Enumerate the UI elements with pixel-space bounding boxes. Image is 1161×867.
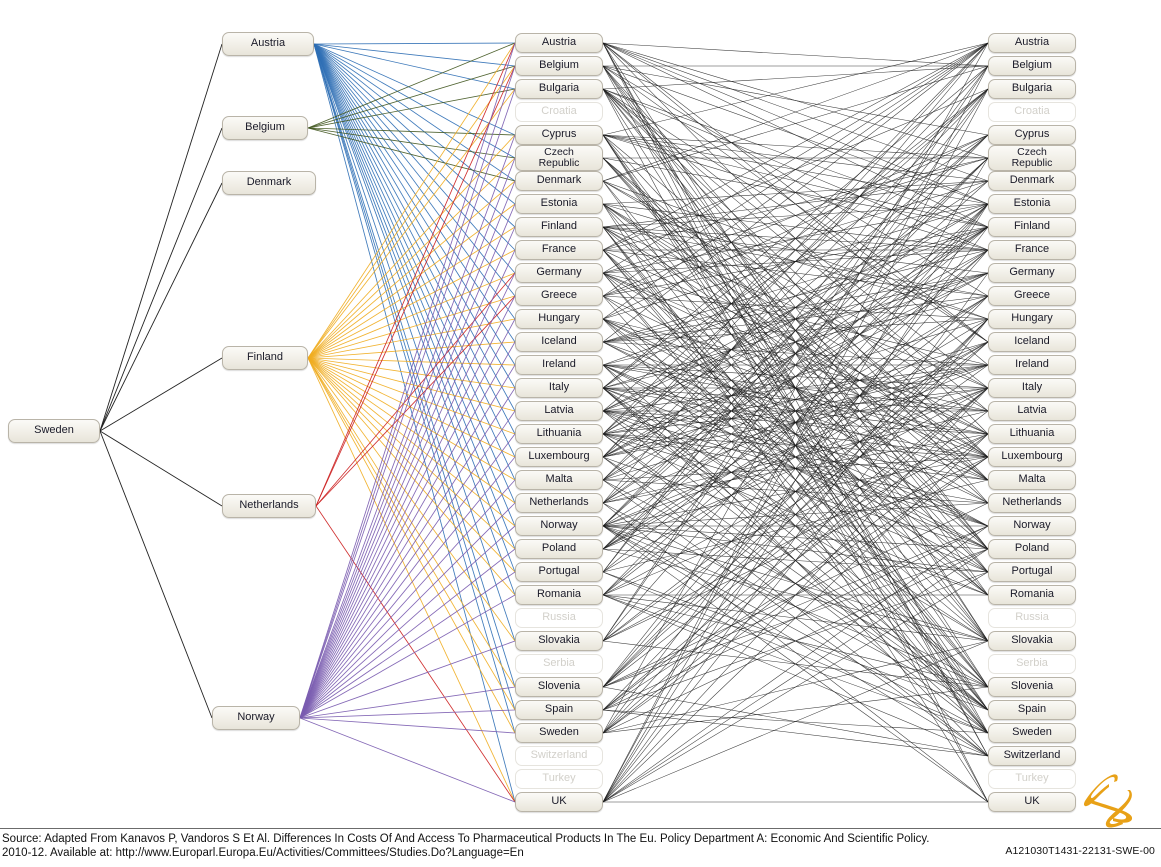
right-node-portugal[interactable]: Portugal	[988, 562, 1076, 582]
edges-sweden-to-origin	[99, 43, 223, 719]
middle-node-ireland[interactable]: Ireland	[515, 355, 603, 375]
right-node-turkey: Turkey	[988, 769, 1076, 789]
origin-node-norway[interactable]: Norway	[212, 706, 300, 730]
right-node-italy[interactable]: Italy	[988, 378, 1076, 398]
astrazeneca-logo	[1083, 774, 1133, 828]
middle-node-slovenia[interactable]: Slovenia	[515, 677, 603, 697]
origin-node-denmark[interactable]: Denmark	[222, 171, 316, 195]
right-node-denmark[interactable]: Denmark	[988, 171, 1076, 191]
middle-node-italy[interactable]: Italy	[515, 378, 603, 398]
middle-node-iceland[interactable]: Iceland	[515, 332, 603, 352]
middle-node-serbia: Serbia	[515, 654, 603, 674]
footer-bar: Source: Adapted From Kanavos P, Vandoros…	[0, 828, 1161, 867]
right-node-austria[interactable]: Austria	[988, 33, 1076, 53]
right-node-iceland[interactable]: Iceland	[988, 332, 1076, 352]
origin-node-finland[interactable]: Finland	[222, 346, 308, 370]
right-node-luxembourg[interactable]: Luxembourg	[988, 447, 1076, 467]
right-node-belgium[interactable]: Belgium	[988, 56, 1076, 76]
edges-intermediate-to-destination	[602, 42, 989, 803]
source-citation: Source: Adapted From Kanavos P, Vandoros…	[2, 833, 930, 860]
middle-node-austria[interactable]: Austria	[515, 33, 603, 53]
origin-node-netherlands[interactable]: Netherlands	[222, 494, 316, 518]
middle-node-norway[interactable]: Norway	[515, 516, 603, 536]
middle-node-france[interactable]: France	[515, 240, 603, 260]
middle-node-hungary[interactable]: Hungary	[515, 309, 603, 329]
right-node-norway[interactable]: Norway	[988, 516, 1076, 536]
middle-node-sweden[interactable]: Sweden	[515, 723, 603, 743]
middle-node-lithuania[interactable]: Lithuania	[515, 424, 603, 444]
middle-node-czech-republic[interactable]: Czech Republic	[515, 145, 603, 171]
right-node-lithuania[interactable]: Lithuania	[988, 424, 1076, 444]
right-node-ireland[interactable]: Ireland	[988, 355, 1076, 375]
reference-code: A121030T1431-22131-SWE-00	[1005, 845, 1155, 857]
middle-node-malta[interactable]: Malta	[515, 470, 603, 490]
middle-node-croatia: Croatia	[515, 102, 603, 122]
right-node-croatia: Croatia	[988, 102, 1076, 122]
middle-node-greece[interactable]: Greece	[515, 286, 603, 306]
right-node-netherlands[interactable]: Netherlands	[988, 493, 1076, 513]
middle-node-poland[interactable]: Poland	[515, 539, 603, 559]
right-node-czech-republic[interactable]: Czech Republic	[988, 145, 1076, 171]
middle-node-portugal[interactable]: Portugal	[515, 562, 603, 582]
right-node-hungary[interactable]: Hungary	[988, 309, 1076, 329]
right-node-russia: Russia	[988, 608, 1076, 628]
middle-node-belgium[interactable]: Belgium	[515, 56, 603, 76]
middle-node-estonia[interactable]: Estonia	[515, 194, 603, 214]
right-node-germany[interactable]: Germany	[988, 263, 1076, 283]
right-node-greece[interactable]: Greece	[988, 286, 1076, 306]
middle-node-germany[interactable]: Germany	[515, 263, 603, 283]
right-node-romania[interactable]: Romania	[988, 585, 1076, 605]
right-node-finland[interactable]: Finland	[988, 217, 1076, 237]
right-node-malta[interactable]: Malta	[988, 470, 1076, 490]
right-node-france[interactable]: France	[988, 240, 1076, 260]
right-node-uk[interactable]: UK	[988, 792, 1076, 812]
right-node-slovenia[interactable]: Slovenia	[988, 677, 1076, 697]
middle-node-cyprus[interactable]: Cyprus	[515, 125, 603, 145]
node-root-sweden[interactable]: Sweden	[8, 419, 100, 443]
origin-node-austria[interactable]: Austria	[222, 32, 314, 56]
middle-node-spain[interactable]: Spain	[515, 700, 603, 720]
right-node-switzerland[interactable]: Switzerland	[988, 746, 1076, 766]
middle-node-romania[interactable]: Romania	[515, 585, 603, 605]
middle-node-russia: Russia	[515, 608, 603, 628]
middle-node-bulgaria[interactable]: Bulgaria	[515, 79, 603, 99]
middle-node-denmark[interactable]: Denmark	[515, 171, 603, 191]
middle-node-netherlands[interactable]: Netherlands	[515, 493, 603, 513]
right-node-sweden[interactable]: Sweden	[988, 723, 1076, 743]
right-node-poland[interactable]: Poland	[988, 539, 1076, 559]
right-node-bulgaria[interactable]: Bulgaria	[988, 79, 1076, 99]
right-node-cyprus[interactable]: Cyprus	[988, 125, 1076, 145]
right-node-serbia: Serbia	[988, 654, 1076, 674]
middle-node-turkey: Turkey	[515, 769, 603, 789]
middle-node-latvia[interactable]: Latvia	[515, 401, 603, 421]
origin-node-belgium[interactable]: Belgium	[222, 116, 308, 140]
middle-node-uk[interactable]: UK	[515, 792, 603, 812]
right-node-spain[interactable]: Spain	[988, 700, 1076, 720]
right-node-slovakia[interactable]: Slovakia	[988, 631, 1076, 651]
right-node-estonia[interactable]: Estonia	[988, 194, 1076, 214]
middle-node-slovakia[interactable]: Slovakia	[515, 631, 603, 651]
edges-origin-to-intermediate	[299, 42, 516, 803]
right-node-latvia[interactable]: Latvia	[988, 401, 1076, 421]
middle-node-switzerland: Switzerland	[515, 746, 603, 766]
middle-node-luxembourg[interactable]: Luxembourg	[515, 447, 603, 467]
network-diagram-page: Sweden Austria Belgium Denmark Finland Nether…	[0, 0, 1161, 867]
middle-node-finland[interactable]: Finland	[515, 217, 603, 237]
